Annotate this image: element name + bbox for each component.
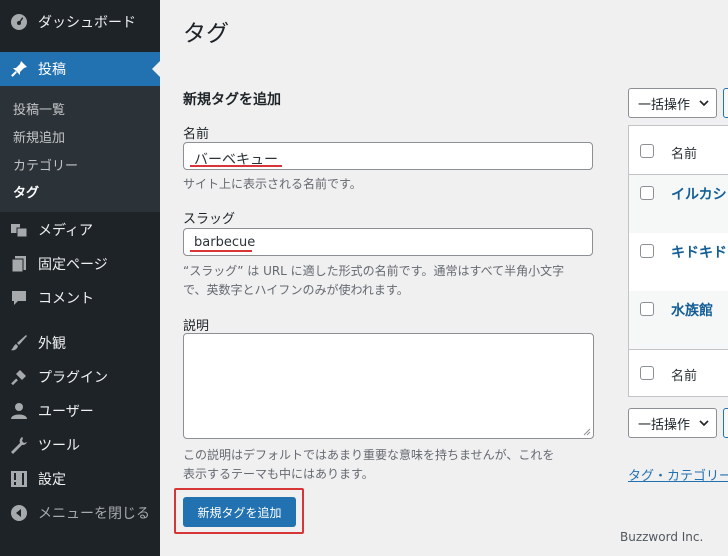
menu-users-label: ユーザー <box>38 404 94 420</box>
apply-button-bottom[interactable] <box>723 408 728 438</box>
bulk-actions-label-bottom: 一括操作 <box>638 417 691 433</box>
media-icon <box>9 220 29 240</box>
name-description: サイト上に表示される名前です。 <box>183 177 362 191</box>
tags-table: 名前 イルカシ キドキド 水族館 名前 <box>628 125 728 397</box>
submenu-tags[interactable]: タグ <box>13 182 39 201</box>
row-checkbox[interactable] <box>640 302 654 316</box>
row-checkbox[interactable] <box>640 186 654 200</box>
bulk-actions-select-top[interactable]: 一括操作 <box>628 88 717 118</box>
slug-label: スラッグ <box>183 212 236 227</box>
pin-icon <box>9 59 29 79</box>
menu-posts[interactable]: 投稿 <box>0 52 160 86</box>
description-help-line2: 表示するテーマも中にはあります。 <box>183 467 374 481</box>
menu-dashboard-label: ダッシュボード <box>38 15 136 31</box>
chevron-down-icon <box>699 420 709 427</box>
chevron-down-icon <box>699 100 709 107</box>
settings-icon <box>9 469 29 489</box>
slug-description-line2: で、英数字とハイフンのみが使われます。 <box>183 283 409 297</box>
column-header-name[interactable]: 名前 <box>671 143 697 162</box>
add-new-tag-button[interactable]: 新規タグを追加 <box>183 497 296 527</box>
menu-appearance[interactable]: 外観 <box>0 326 160 360</box>
page-icon <box>9 254 29 274</box>
form-title: 新規タグを追加 <box>183 92 281 108</box>
menu-pages-label: 固定ページ <box>38 257 108 273</box>
name-red-underline <box>190 165 282 167</box>
bulk-actions-select-bottom[interactable]: 一括操作 <box>628 408 717 438</box>
menu-collapse-label: メニューを閉じる <box>38 506 150 522</box>
menu-plugins-label: プラグイン <box>38 370 108 386</box>
table-row-tag-name[interactable]: キドキド <box>671 242 727 262</box>
menu-media-label: メディア <box>38 223 94 239</box>
menu-tools[interactable]: ツール <box>0 428 160 462</box>
description-label: 説明 <box>183 319 210 334</box>
current-menu-arrow <box>152 61 160 77</box>
submenu-categories[interactable]: カテゴリー <box>13 155 78 174</box>
description-help-line1: この説明はデフォルトではあまり重要な意味を持ちませんが、これを <box>183 448 555 462</box>
column-footer-name[interactable]: 名前 <box>671 365 697 384</box>
menu-settings[interactable]: 設定 <box>0 462 160 496</box>
select-all-checkbox-footer[interactable] <box>640 366 654 380</box>
wrench-icon <box>9 435 29 455</box>
comment-icon <box>9 288 29 308</box>
row-checkbox[interactable] <box>640 244 654 258</box>
user-icon <box>9 401 29 421</box>
tag-slug-value: barbecue <box>194 235 256 250</box>
menu-media[interactable]: メディア <box>0 213 160 247</box>
submenu-add-new[interactable]: 新規追加 <box>13 127 65 146</box>
menu-comments-label: コメント <box>38 291 94 307</box>
submenu-all-posts[interactable]: 投稿一覧 <box>13 99 65 118</box>
watermark-text: Buzzword Inc. <box>620 530 704 544</box>
name-label: 名前 <box>183 127 210 142</box>
brush-icon <box>9 333 29 353</box>
menu-tools-label: ツール <box>38 438 80 454</box>
tag-description-textarea[interactable] <box>183 333 594 439</box>
menu-appearance-label: 外観 <box>38 336 66 352</box>
resize-grip-icon[interactable] <box>583 428 591 436</box>
menu-collapse[interactable]: メニューを閉じる <box>0 496 160 530</box>
tag-category-converter-link[interactable]: タグ・カテゴリー <box>628 465 728 484</box>
menu-users[interactable]: ユーザー <box>0 394 160 428</box>
admin-sidebar: ダッシュボード 投稿 投稿一覧 新規追加 カテゴリー タグ メディア 固定ページ… <box>0 0 160 556</box>
bulk-actions-label-top: 一括操作 <box>638 97 691 113</box>
menu-plugins[interactable]: プラグイン <box>0 360 160 394</box>
menu-dashboard[interactable]: ダッシュボード <box>0 5 160 39</box>
posts-submenu: 投稿一覧 新規追加 カテゴリー タグ <box>0 86 160 212</box>
plug-icon <box>9 367 29 387</box>
menu-pages[interactable]: 固定ページ <box>0 247 160 281</box>
table-row-tag-name[interactable]: 水族館 <box>671 300 713 320</box>
dashboard-icon <box>9 12 29 32</box>
slug-red-underline <box>190 250 252 252</box>
table-row-tag-name[interactable]: イルカシ <box>671 184 727 204</box>
menu-settings-label: 設定 <box>38 472 66 488</box>
apply-button-top[interactable] <box>723 88 728 118</box>
menu-comments[interactable]: コメント <box>0 281 160 315</box>
page-title: タグ <box>183 21 229 47</box>
slug-description-line1: “スラッグ” は URL に適した形式の名前です。通常はすべて半角小文字 <box>183 264 565 278</box>
select-all-checkbox[interactable] <box>640 144 654 158</box>
menu-posts-label: 投稿 <box>38 62 66 78</box>
collapse-icon <box>9 503 29 523</box>
